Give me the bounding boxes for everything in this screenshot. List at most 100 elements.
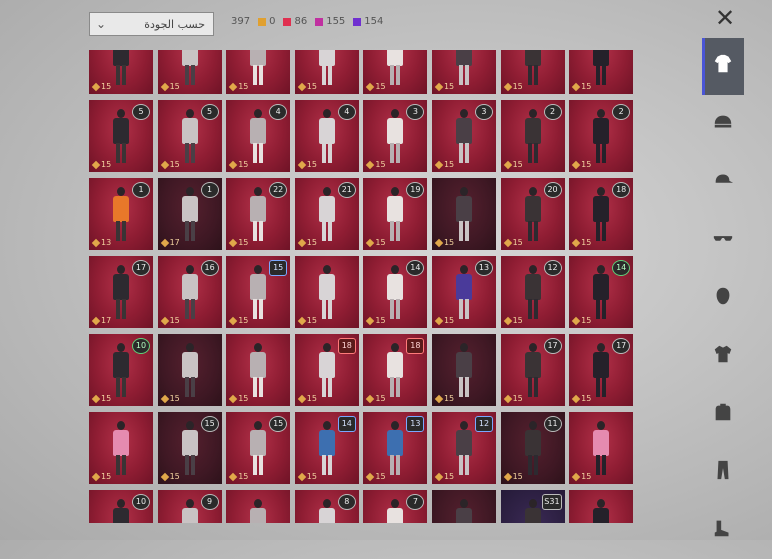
item-price: 15 xyxy=(297,238,317,247)
outfit-item[interactable]: 10 15 xyxy=(89,334,153,406)
outfit-item[interactable]: 7 xyxy=(363,490,428,523)
outfit-item[interactable]: 15 xyxy=(569,50,634,94)
outfit-item[interactable]: 15 xyxy=(294,256,359,328)
outfit-preview-icon xyxy=(181,421,199,477)
outfit-item[interactable]: 17 15 xyxy=(569,334,634,406)
outfit-item[interactable]: 18 15 xyxy=(569,178,634,250)
outfit-item[interactable]: 18 15 xyxy=(294,334,359,406)
outfit-item[interactable]: 21 15 xyxy=(294,178,359,250)
outfit-item[interactable]: 15 xyxy=(363,50,428,94)
outfit-item[interactable]: 15 15 xyxy=(157,412,222,484)
outfit-item[interactable]: 19 15 xyxy=(363,178,428,250)
outfit-preview-icon xyxy=(318,50,336,87)
outfit-item[interactable]: 15 xyxy=(431,50,496,94)
close-button[interactable]: ✕ xyxy=(713,6,737,31)
outfit-item[interactable]: 1 17 xyxy=(157,178,222,250)
outfit-item[interactable] xyxy=(569,490,634,523)
outfit-item[interactable]: 2 15 xyxy=(569,100,634,172)
outfit-preview-icon xyxy=(112,421,130,477)
outfit-item[interactable] xyxy=(431,490,496,523)
item-price-value: 15 xyxy=(581,472,592,481)
outfit-item[interactable]: 15 xyxy=(89,412,153,484)
outfit-item[interactable]: 15 15 xyxy=(226,256,291,328)
item-price: 17 xyxy=(160,238,180,247)
outfit-item[interactable]: 11 15 xyxy=(500,412,565,484)
outfit-item[interactable]: 15 xyxy=(569,412,634,484)
item-price-value: 15 xyxy=(512,394,523,403)
sort-dropdown[interactable]: حسب الجودة ⌄ xyxy=(89,12,214,36)
category-tab-glasses[interactable] xyxy=(702,211,744,269)
item-count-badge: 3 xyxy=(406,104,425,120)
outfit-preview-icon xyxy=(524,265,542,321)
outfit-item[interactable]: 3 15 xyxy=(363,100,428,172)
item-price-value: 15 xyxy=(512,316,523,325)
outfit-item[interactable]: 15 xyxy=(500,50,565,94)
item-count-badge: 19 xyxy=(406,182,425,198)
outfit-item[interactable]: 10 xyxy=(89,490,153,523)
outfit-item[interactable]: 15 xyxy=(294,50,359,94)
outfit-item[interactable]: 17 15 xyxy=(500,334,565,406)
outfit-item[interactable]: 13 15 xyxy=(431,256,496,328)
outfit-item[interactable]: 5 15 xyxy=(89,100,153,172)
item-price-value: 15 xyxy=(581,394,592,403)
currency-icon xyxy=(297,316,307,325)
outfit-item[interactable]: 3 15 xyxy=(431,100,496,172)
outfit-item[interactable]: 17 17 xyxy=(89,256,153,328)
currency-icon xyxy=(571,238,581,247)
outfit-item[interactable]: 14 15 xyxy=(294,412,359,484)
item-count-badge: 5 xyxy=(132,104,150,120)
outfit-item[interactable] xyxy=(226,490,291,523)
outfit-item[interactable]: 9 xyxy=(157,490,222,523)
item-price-value: 15 xyxy=(238,394,249,403)
outfit-preview-icon xyxy=(112,265,130,321)
item-price: 15 xyxy=(297,394,317,403)
quality-square-icon xyxy=(353,17,362,26)
outfit-preview-icon xyxy=(386,109,404,165)
category-tab-backpack[interactable] xyxy=(702,385,744,443)
category-tab-outfit[interactable] xyxy=(702,38,744,95)
item-price-value: 15 xyxy=(238,316,249,325)
outfit-item[interactable]: 15 xyxy=(431,178,496,250)
outfit-item[interactable]: 8 xyxy=(294,490,359,523)
outfit-item[interactable]: 14 15 xyxy=(569,256,634,328)
outfit-item[interactable]: 20 15 xyxy=(500,178,565,250)
item-price-value: 15 xyxy=(101,472,112,481)
outfit-preview-icon xyxy=(181,109,199,165)
outfit-item[interactable]: 15 xyxy=(157,334,222,406)
currency-icon xyxy=(366,316,375,325)
category-tab-pants[interactable] xyxy=(702,443,744,501)
outfit-item[interactable]: 4 15 xyxy=(226,100,291,172)
outfit-item[interactable]: 16 15 xyxy=(157,256,222,328)
outfit-item[interactable]: 2 15 xyxy=(500,100,565,172)
category-tab-mask[interactable] xyxy=(702,269,744,327)
outfit-item[interactable]: 15 15 xyxy=(226,412,291,484)
outfit-item[interactable]: 22 15 xyxy=(226,178,291,250)
item-price: 15 xyxy=(434,238,454,247)
outfit-item[interactable]: 4 15 xyxy=(294,100,359,172)
item-price: 15 xyxy=(297,316,317,325)
outfit-item[interactable]: 14 15 xyxy=(363,256,428,328)
outfit-item[interactable]: 12 15 xyxy=(431,412,496,484)
outfit-item[interactable]: 12 15 xyxy=(500,256,565,328)
category-tab-jacket[interactable] xyxy=(702,327,744,385)
category-tab-shoes[interactable] xyxy=(702,501,744,559)
outfit-item[interactable]: 5 15 xyxy=(157,100,222,172)
outfit-item[interactable]: 15 xyxy=(226,50,291,94)
item-price: 15 xyxy=(503,394,523,403)
outfit-item[interactable]: 15 xyxy=(157,50,222,94)
item-count-badge: 2 xyxy=(612,104,631,120)
item-price-value: 15 xyxy=(581,316,592,325)
outfit-item[interactable]: 15 xyxy=(431,334,496,406)
outfit-item[interactable]: 1 13 xyxy=(89,178,153,250)
outfit-item[interactable]: S31 xyxy=(500,490,565,523)
mask-icon xyxy=(712,285,734,312)
outfit-item[interactable]: 15 xyxy=(226,334,291,406)
outfit-item[interactable]: 13 15 xyxy=(363,412,428,484)
outfit-item[interactable]: 18 15 xyxy=(363,334,428,406)
item-price: 15 xyxy=(91,394,111,403)
item-price: 15 xyxy=(366,238,386,247)
outfit-item[interactable]: 15 xyxy=(89,50,153,94)
outfit-preview-icon xyxy=(455,50,473,87)
category-tab-helmet[interactable] xyxy=(702,95,744,153)
category-tab-cap[interactable] xyxy=(702,153,744,211)
